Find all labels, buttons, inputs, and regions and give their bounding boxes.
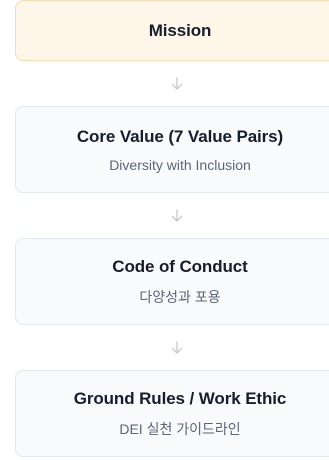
code-of-conduct-title: Code of Conduct	[112, 256, 248, 276]
ground-rules-title: Ground Rules / Work Ethic	[73, 388, 287, 408]
core-value-title: Core Value (7 Value Pairs)	[76, 126, 284, 146]
mission-flow: Mission Core Value (7 Value Pairs) Diver…	[15, 0, 329, 457]
ground-rules-subtitle: DEI 실천 가이드라인	[119, 420, 241, 437]
arrow-down-icon	[170, 61, 184, 106]
core-value-card: Core Value (7 Value Pairs) Diversity wit…	[15, 106, 329, 193]
arrow-down-icon	[170, 325, 184, 370]
ground-rules-card: Ground Rules / Work Ethic DEI 실천 가이드라인	[15, 370, 329, 457]
code-of-conduct-subtitle: 다양성과 포용	[139, 288, 221, 305]
mission-card: Mission	[15, 0, 329, 61]
arrow-down-icon	[170, 193, 184, 238]
mission-title: Mission	[148, 20, 212, 40]
core-value-subtitle: Diversity with Inclusion	[109, 156, 251, 173]
code-of-conduct-card: Code of Conduct 다양성과 포용	[15, 238, 329, 325]
